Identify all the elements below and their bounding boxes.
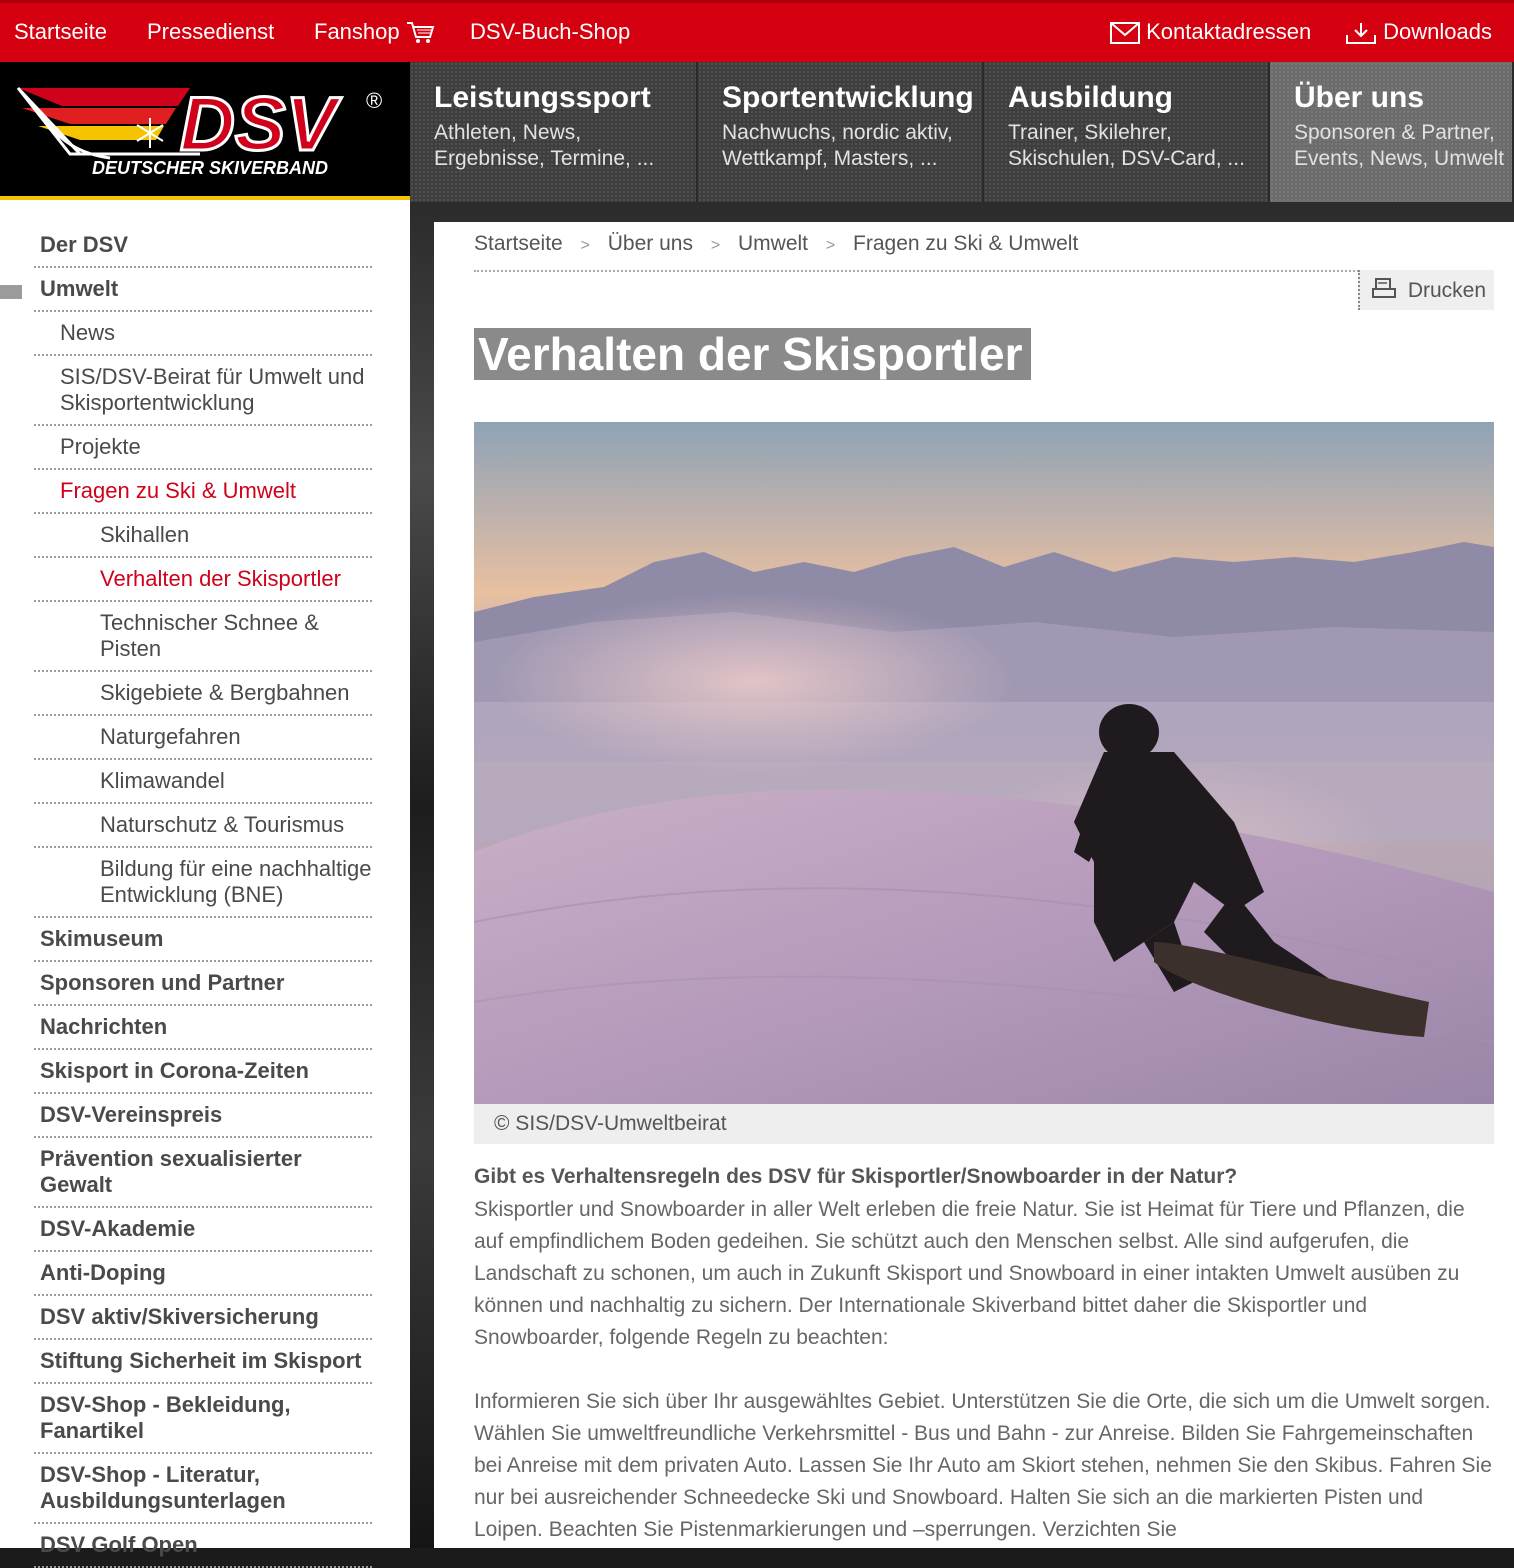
top-link-pressedienst[interactable]: Pressedienst [147,19,274,45]
breadcrumb-fragen[interactable]: Fragen zu Ski & Umwelt [853,232,1078,255]
top-link-buchshop[interactable]: DSV-Buch-Shop [470,19,630,45]
chevron-right-icon: > [710,237,721,254]
top-link-startseite[interactable]: Startseite [14,19,107,45]
nav-ausbildung[interactable]: Ausbildung Trainer, Skilehrer, Skischule… [984,62,1270,202]
dsv-logo[interactable]: DSV ® DEUTSCHER SKIVERBAND [0,62,410,200]
snowboarder-photo [474,422,1494,1104]
nav-leistungssport[interactable]: Leistungssport Athleten, News, Ergebniss… [410,62,698,202]
kontakt-label: Kontaktadressen [1146,19,1312,44]
sidebar-item-fragen[interactable]: Fragen zu Ski & Umwelt [34,470,372,514]
print-label: Drucken [1407,279,1487,302]
sidebar-item-skiversicherung[interactable]: DSV aktiv/Skiversicherung [34,1296,372,1340]
download-icon [1346,23,1376,45]
chevron-right-icon: > [825,237,836,254]
sidebar-item-projekte[interactable]: Projekte [34,426,372,470]
sidebar-item-umwelt[interactable]: Umwelt [34,268,372,312]
sidebar-active-marker [0,285,22,299]
dsv-logo-graphic: DSV ® DEUTSCHER SKIVERBAND [16,81,382,178]
breadcrumb-ueber-uns[interactable]: Über uns [608,232,693,255]
top-link-kontaktadressen[interactable]: Kontaktadressen [1110,19,1311,45]
print-button[interactable]: Drucken [1358,270,1494,310]
sidebar-item-golf-open[interactable]: DSV Golf Open [34,1524,372,1568]
sidebar-item-naturgefahren[interactable]: Naturgefahren [34,716,372,760]
sidebar-item-verhalten[interactable]: Verhalten der Skisportler [34,558,372,602]
sidebar-item-klimawandel[interactable]: Klimawandel [34,760,372,804]
breadcrumb-umwelt[interactable]: Umwelt [738,232,808,255]
page-title: Verhalten der Skisportler [474,328,1031,380]
sidebar-menu: Der DSV Umwelt News SIS/DSV-Beirat für U… [34,224,372,1568]
sidebar-item-skihallen[interactable]: Skihallen [34,514,372,558]
sidebar-item-skigebiete[interactable]: Skigebiete & Bergbahnen [34,672,372,716]
sidebar-item-shop-literatur[interactable]: DSV-Shop - Literatur, Ausbildungsunterla… [34,1454,372,1524]
breadcrumb-startseite[interactable]: Startseite [474,232,563,255]
top-link-downloads[interactable]: Downloads [1345,19,1492,45]
nav-sportentwicklung[interactable]: Sportentwicklung Nachwuchs, nordic aktiv… [698,62,984,202]
sidebar-item-anti-doping[interactable]: Anti-Doping [34,1252,372,1296]
main-content: Startseite > Über uns > Umwelt > Fragen … [434,222,1514,1548]
downloads-label: Downloads [1383,19,1492,44]
sidebar: Der DSV Umwelt News SIS/DSV-Beirat für U… [0,200,410,1568]
sidebar-item-praevention[interactable]: Prävention sexualisierter Gewalt [34,1138,372,1208]
breadcrumb: Startseite > Über uns > Umwelt > Fragen … [474,232,1494,272]
printer-icon [1372,278,1396,298]
sidebar-item-sponsoren[interactable]: Sponsoren und Partner [34,962,372,1006]
sidebar-item-news[interactable]: News [34,312,372,356]
svg-text:®: ® [366,88,382,113]
logo-wordmark: DSV [180,82,342,167]
sidebar-item-naturschutz[interactable]: Naturschutz & Tourismus [34,804,372,848]
photo-caption: © SIS/DSV-Umweltbeirat [474,1104,1494,1144]
sidebar-item-stiftung[interactable]: Stiftung Sicherheit im Skisport [34,1340,372,1384]
sidebar-item-skimuseum[interactable]: Skimuseum [34,918,372,962]
sidebar-item-nachrichten[interactable]: Nachrichten [34,1006,372,1050]
top-utility-bar: Startseite Pressedienst Fanshop DSV-Buch… [0,0,1514,62]
shopping-cart-icon [406,22,435,44]
mail-icon [1110,22,1140,45]
top-link-fanshop[interactable]: Fanshop [314,19,436,45]
sidebar-item-der-dsv[interactable]: Der DSV [34,224,372,268]
nav-ueber-uns[interactable]: Über uns Sponsoren & Partner, Events, Ne… [1270,62,1514,202]
main-navigation: Leistungssport Athleten, News, Ergebniss… [410,62,1514,202]
sidebar-item-akademie[interactable]: DSV-Akademie [34,1208,372,1252]
fanshop-label: Fanshop [314,19,400,44]
sidebar-item-shop-bekleidung[interactable]: DSV-Shop - Bekleidung, Fanartikel [34,1384,372,1454]
sidebar-item-beirat[interactable]: SIS/DSV-Beirat für Umwelt und Skisporten… [34,356,372,426]
paragraph-1: Skisportler und Snowboarder in aller Wel… [474,1198,1465,1349]
paragraph-2: Informieren Sie sich über Ihr ausgewählt… [474,1390,1492,1541]
sidebar-item-vereinspreis[interactable]: DSV-Vereinspreis [34,1094,372,1138]
question-heading: Gibt es Verhaltensregeln des DSV für Ski… [474,1165,1238,1188]
logo-subtitle: DEUTSCHER SKIVERBAND [92,158,328,178]
sidebar-item-bne[interactable]: Bildung für eine nachhaltige Entwicklung… [34,848,372,918]
sidebar-item-corona[interactable]: Skisport in Corona-Zeiten [34,1050,372,1094]
sidebar-item-technischer-schnee[interactable]: Technischer Schnee & Pisten [34,602,372,672]
chevron-right-icon: > [580,237,590,254]
